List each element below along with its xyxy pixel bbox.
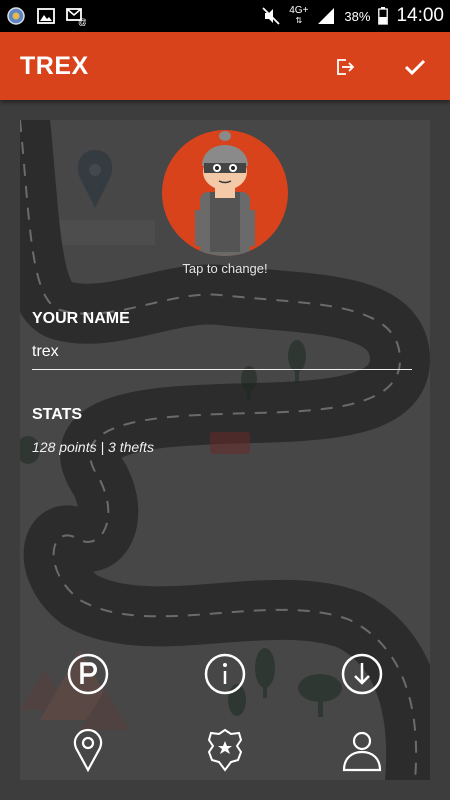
tap-to-change-hint[interactable]: Tap to change!	[0, 261, 450, 276]
stats-label: STATS	[32, 406, 83, 423]
clock: 14:00	[396, 5, 444, 26]
signal-icon	[318, 8, 335, 24]
your-name-label: YOUR NAME	[32, 310, 130, 327]
name-input[interactable]: trex	[32, 343, 412, 370]
app-bar: TREX	[0, 32, 450, 100]
parking-icon[interactable]	[66, 652, 110, 696]
network-type: 4G+	[289, 5, 309, 16]
stats-value: 128 points | 3 thefts	[32, 439, 154, 455]
svg-text:@: @	[78, 17, 86, 26]
police-badge-icon[interactable]	[203, 728, 247, 772]
status-bar: @ 4G+ ⇅ 38% 14:00	[0, 0, 450, 32]
battery-icon	[378, 7, 389, 25]
mute-icon	[262, 7, 280, 25]
app-title: TREX	[20, 52, 89, 80]
thief-avatar-icon	[195, 131, 255, 256]
download-icon[interactable]	[340, 652, 384, 696]
email-icon: @	[66, 8, 86, 26]
checkmark-icon[interactable]	[400, 52, 430, 82]
logout-icon[interactable]	[330, 52, 360, 82]
battery-percent: 38%	[344, 8, 371, 24]
image-icon	[37, 8, 55, 24]
location-pin-icon[interactable]	[66, 728, 110, 772]
network-indicator: 4G+ ⇅	[289, 5, 309, 26]
info-icon[interactable]	[203, 652, 247, 696]
person-icon[interactable]	[340, 728, 384, 772]
app-icon	[7, 7, 25, 25]
avatar[interactable]	[162, 130, 288, 256]
